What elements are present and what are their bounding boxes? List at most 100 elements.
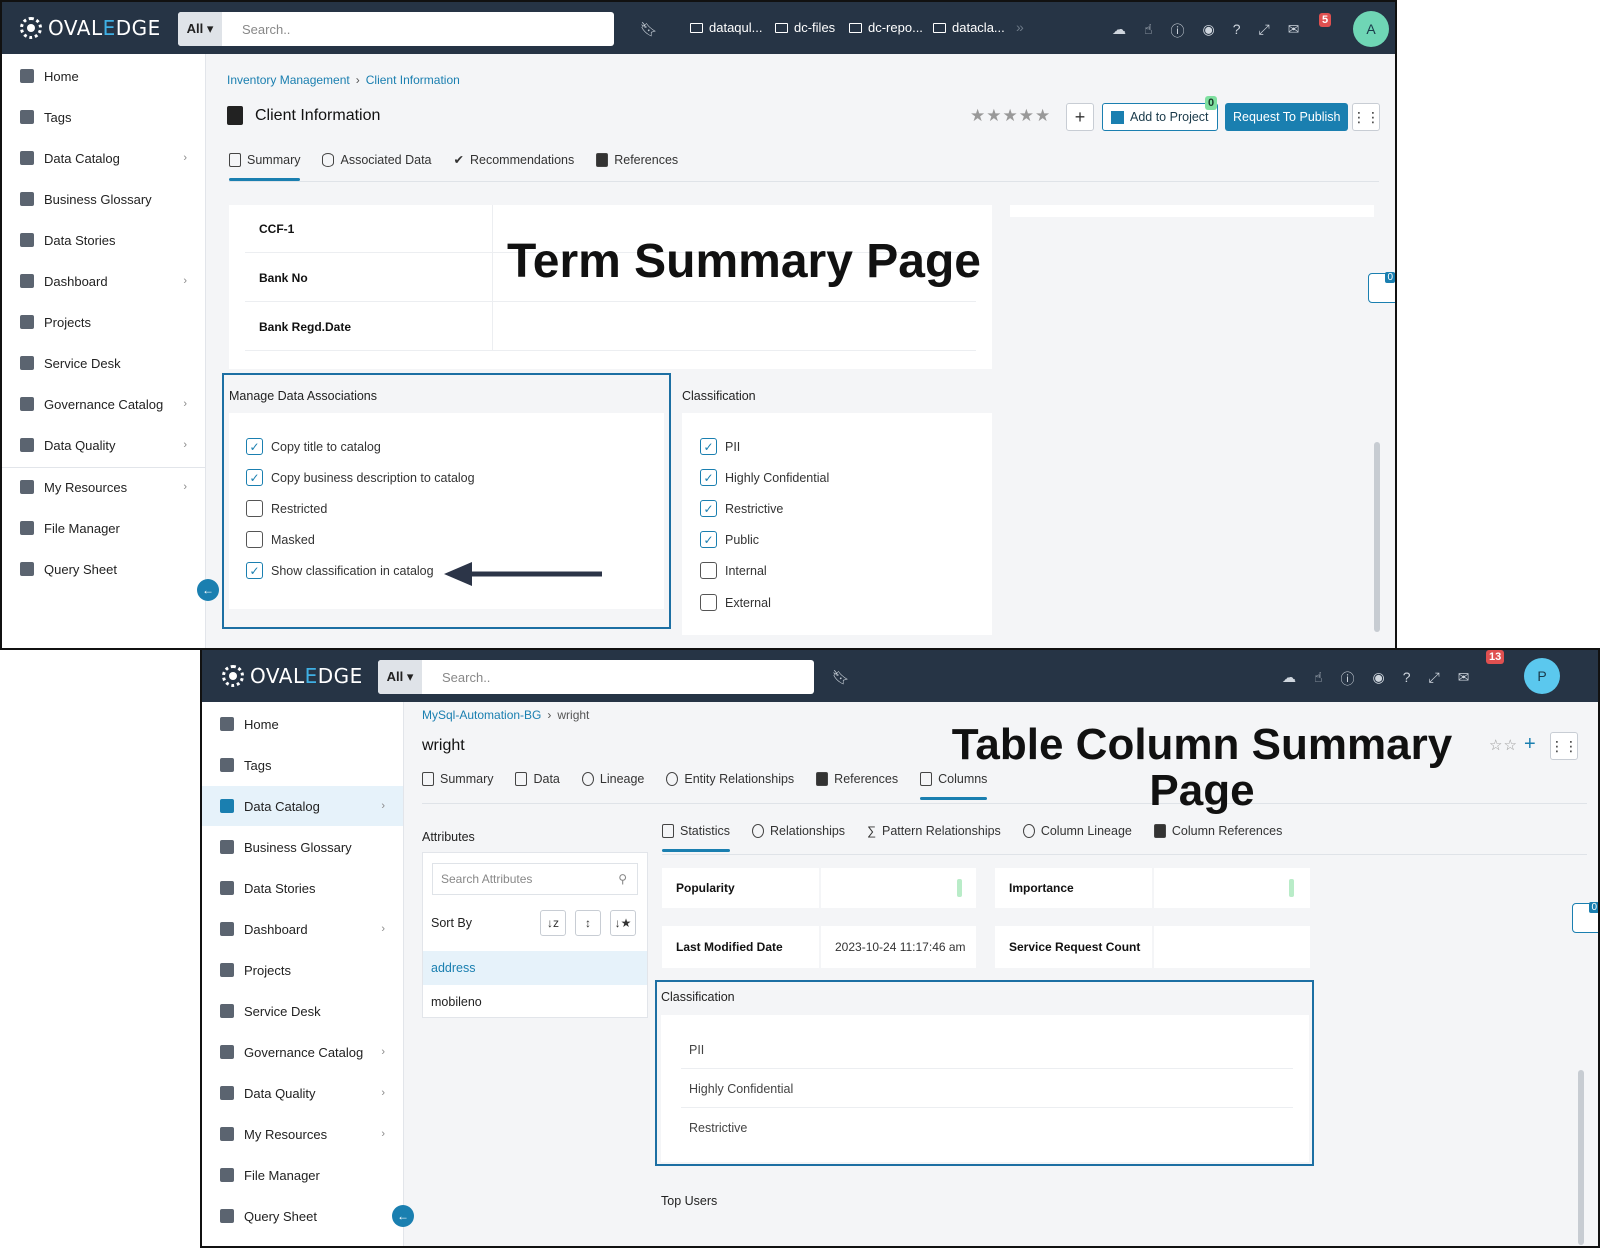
checkbox-external[interactable]: External [700, 594, 771, 611]
checkbox-public[interactable]: ✓ Public [700, 531, 759, 548]
sidebar-item-data-stories[interactable]: Data Stories [202, 868, 403, 908]
sidebar-item-tags[interactable]: Tags [202, 745, 403, 785]
add-button[interactable]: + [1066, 103, 1094, 131]
scrollbar[interactable] [1578, 1070, 1584, 1245]
scrollbar[interactable] [1374, 442, 1380, 632]
tab-summary[interactable]: Summary [229, 152, 301, 181]
global-search[interactable]: All ▾ Search.. [378, 660, 814, 694]
bookmark-icon[interactable]: 🔖︎ [640, 21, 658, 38]
checkbox-pii[interactable]: ✓ PII [700, 438, 740, 455]
avatar[interactable]: P [1524, 658, 1560, 694]
tab-entity-relationships[interactable]: Entity Relationships [666, 772, 794, 800]
ovaledge-logo[interactable]: OVAL E DGE [222, 664, 363, 688]
sidebar-item-data-quality[interactable]: Data Quality › [202, 1073, 403, 1113]
checkbox-highly-confidential[interactable]: ✓ Highly Confidential [700, 469, 829, 486]
sidebar-item-service-desk[interactable]: Service Desk [2, 343, 205, 383]
recent-folder-3[interactable]: dc-repo... [849, 20, 923, 35]
sidebar-item-data-catalog[interactable]: Data Catalog › [202, 786, 403, 826]
search-input[interactable]: Search.. [442, 670, 490, 685]
sidebar-item-data-quality[interactable]: Data Quality › [2, 425, 205, 465]
sidebar-item-query-sheet[interactable]: Query Sheet [202, 1196, 403, 1236]
sidebar-item-service-desk[interactable]: Service Desk [202, 991, 403, 1031]
sidebar-item-governance-catalog[interactable]: Governance Catalog › [202, 1032, 403, 1072]
cloud-icon[interactable]: ☁︎ [1282, 669, 1296, 689]
sidebar-item-tags[interactable]: Tags [2, 97, 205, 137]
collapse-sidebar-button[interactable]: ← [197, 579, 219, 601]
recent-folder-1[interactable]: dataqul... [690, 20, 763, 35]
subtab-relationships[interactable]: Relationships [752, 824, 845, 852]
tab-summary[interactable]: Summary [422, 772, 493, 800]
sidebar-item-data-catalog[interactable]: Data Catalog › [2, 138, 205, 178]
search-input[interactable]: Search.. [242, 22, 290, 37]
sort-az-icon[interactable]: ↓z [540, 910, 566, 936]
comments-toggle[interactable]: 0 [1368, 272, 1395, 303]
sidebar-item-business-glossary[interactable]: Business Glossary [2, 179, 205, 219]
tab-data[interactable]: Data [515, 772, 560, 800]
avatar[interactable]: A [1353, 11, 1389, 47]
subtab-statistics[interactable]: Statistics [662, 824, 731, 852]
tab-recommendations[interactable]: ✔ Recommendations [454, 152, 575, 181]
breadcrumb-parent[interactable]: MySql-Automation-BG [422, 708, 541, 722]
expand-icon[interactable]: ⤢ [1429, 669, 1440, 689]
sidebar-item-governance-catalog[interactable]: Governance Catalog › [2, 384, 205, 424]
sidebar-item-dashboard[interactable]: Dashboard › [2, 261, 205, 301]
sidebar-item-home[interactable]: Home [2, 56, 205, 96]
mail-icon[interactable]: ✉︎ [1288, 21, 1300, 41]
rating-stars[interactable]: ★★★★★ [970, 106, 1051, 126]
recent-folder-4[interactable]: datacla... [933, 20, 1005, 35]
breadcrumb-parent[interactable]: Inventory Management [227, 73, 350, 87]
global-search[interactable]: All ▾ Search.. [178, 12, 614, 46]
checkbox-internal[interactable]: Internal [700, 562, 767, 579]
info-icon[interactable]: ⓘ [1171, 21, 1185, 41]
subtab-column-references[interactable]: Column References [1153, 824, 1282, 852]
mail-icon[interactable]: ✉︎ [1458, 669, 1470, 689]
attribute-item-address[interactable]: address [423, 951, 647, 985]
ovaledge-logo[interactable]: OVAL E DGE [20, 16, 161, 40]
add-icon[interactable]: + [1524, 733, 1536, 756]
sidebar-item-projects[interactable]: Projects [202, 950, 403, 990]
sidebar-item-dashboard[interactable]: Dashboard › [202, 909, 403, 949]
search-attributes-input[interactable]: Search Attributes ⚲ [432, 863, 638, 895]
collapse-sidebar-button[interactable]: ← [392, 1205, 414, 1227]
comments-toggle[interactable]: 0 [1572, 902, 1598, 933]
bookmark-icon[interactable]: 🔖︎ [832, 669, 850, 686]
tab-references[interactable]: References [596, 152, 678, 181]
tab-references[interactable]: References [816, 772, 898, 800]
help-icon[interactable]: ? [1403, 669, 1411, 689]
sidebar-item-business-glossary[interactable]: Business Glossary [202, 827, 403, 867]
more-folders-icon[interactable]: » [1016, 19, 1024, 35]
tab-associated-data[interactable]: Associated Data [322, 152, 432, 181]
help-icon[interactable]: ? [1233, 21, 1241, 41]
sidebar-item-my-resources[interactable]: My Resources › [2, 467, 205, 507]
checkbox-restrictive[interactable]: ✓ Restrictive [700, 500, 783, 517]
breadcrumb-current[interactable]: wright [557, 708, 589, 722]
sidebar-item-data-stories[interactable]: Data Stories [2, 220, 205, 260]
grid-menu-icon[interactable]: ⋮⋮ [1550, 732, 1578, 760]
sidebar-item-home[interactable]: Home [202, 704, 403, 744]
sidebar-item-projects[interactable]: Projects [2, 302, 205, 342]
add-to-project-button[interactable]: Add to Project [1102, 103, 1218, 131]
recent-folder-2[interactable]: dc-files [775, 20, 835, 35]
grid-menu-icon[interactable]: ⋮⋮ [1352, 103, 1380, 131]
hand-icon[interactable]: ☝︎ [1144, 21, 1153, 41]
sidebar-item-file-manager[interactable]: File Manager [202, 1155, 403, 1195]
cloud-icon[interactable]: ☁︎ [1112, 21, 1126, 41]
attribute-item-mobileno[interactable]: mobileno [423, 986, 647, 1018]
chrome-icon[interactable]: ◉ [1203, 21, 1215, 41]
sidebar-item-file-manager[interactable]: File Manager [2, 508, 205, 548]
sort-star-icon[interactable]: ↓★ [610, 910, 636, 936]
search-scope-dropdown[interactable]: All ▾ [178, 12, 222, 46]
chrome-icon[interactable]: ◉ [1373, 669, 1385, 689]
subtab-pattern-relationships[interactable]: ∑ Pattern Relationships [867, 824, 1001, 852]
info-icon[interactable]: ⓘ [1341, 669, 1355, 689]
sidebar-item-query-sheet[interactable]: Query Sheet [2, 549, 205, 589]
request-to-publish-button[interactable]: Request To Publish [1225, 103, 1349, 131]
sort-order-icon[interactable]: ↕ [575, 910, 601, 936]
hand-icon[interactable]: ☝︎ [1314, 669, 1323, 689]
subtab-column-lineage[interactable]: Column Lineage [1022, 824, 1132, 852]
expand-icon[interactable]: ⤢ [1259, 21, 1270, 41]
sidebar-item-my-resources[interactable]: My Resources › [202, 1114, 403, 1154]
rating-stars[interactable]: ☆☆ [1489, 736, 1518, 754]
search-scope-dropdown[interactable]: All ▾ [378, 660, 422, 694]
tab-lineage[interactable]: Lineage [581, 772, 644, 800]
